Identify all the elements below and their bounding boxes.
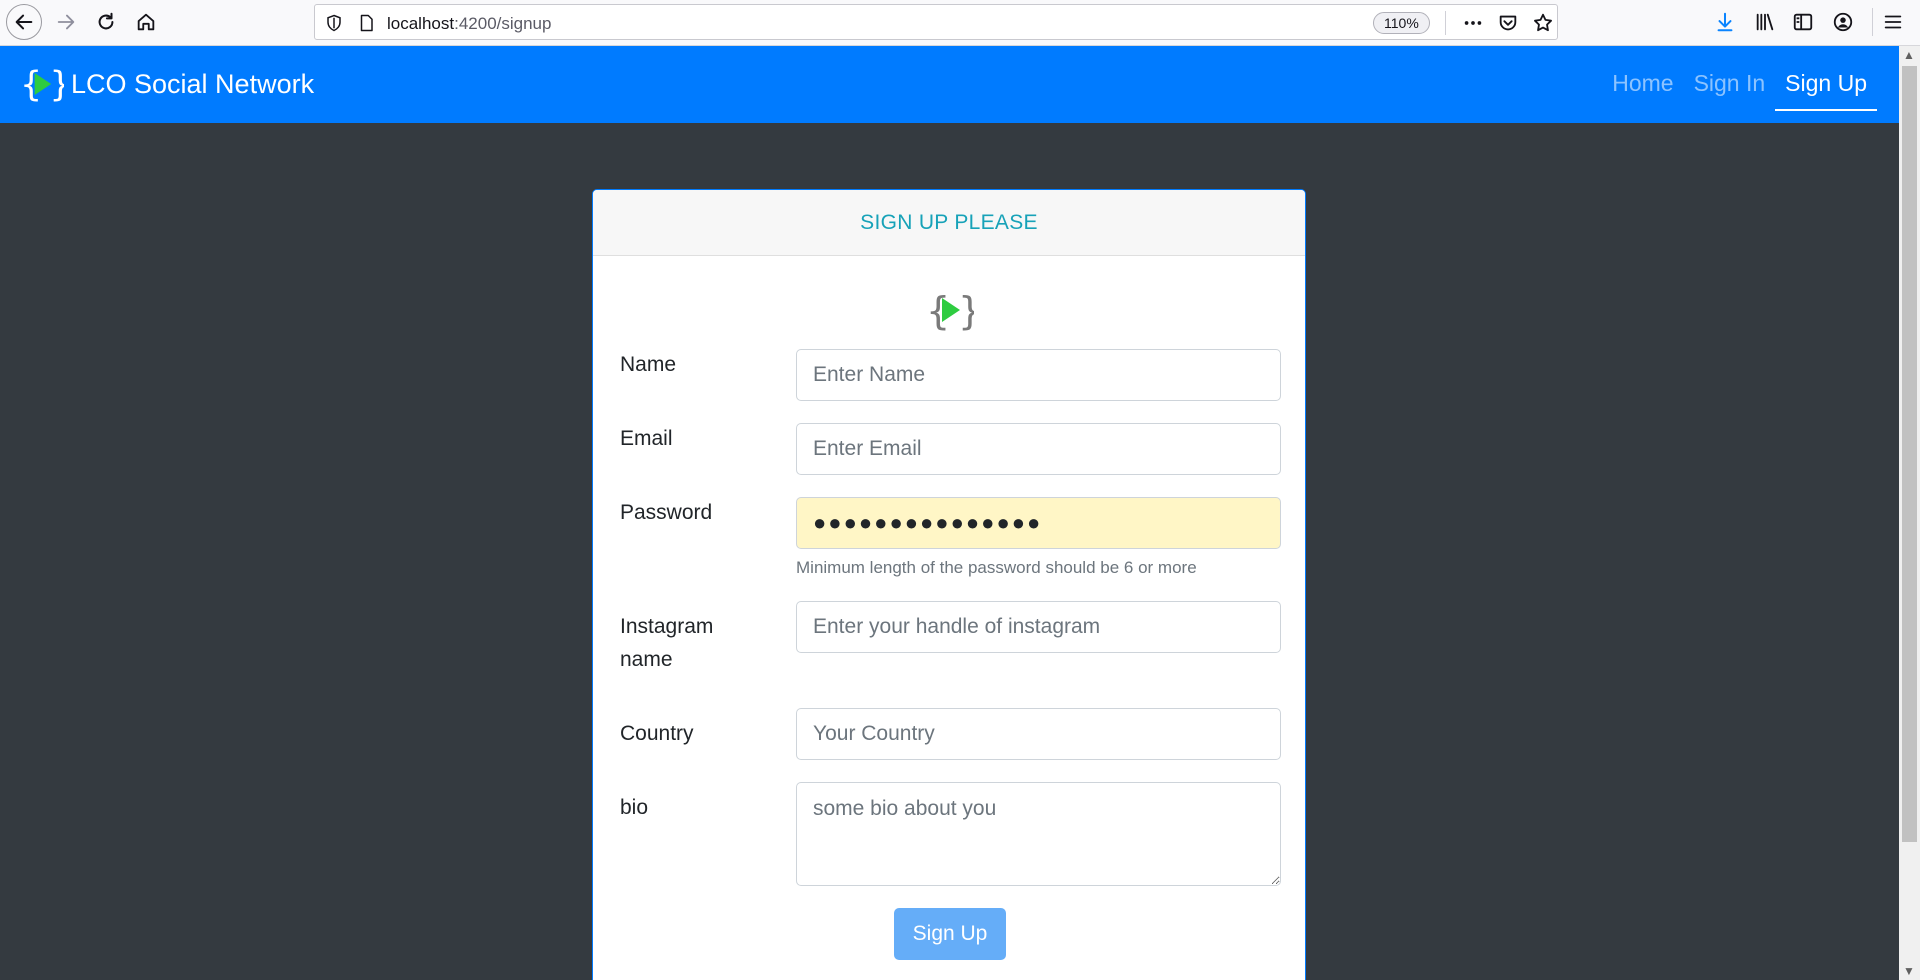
browser-toolbar: localhost:4200/signup 110% xyxy=(0,0,1920,46)
scroll-down-arrow-icon[interactable]: ▼ xyxy=(1903,964,1915,978)
page-icon[interactable] xyxy=(357,14,375,32)
nav-link-sign-up[interactable]: Sign Up xyxy=(1775,62,1877,111)
svg-text:}: } xyxy=(49,65,64,105)
url-text[interactable]: localhost:4200/signup xyxy=(387,14,551,34)
reload-button[interactable] xyxy=(88,4,124,40)
arrow-right-icon xyxy=(57,14,75,30)
reload-icon xyxy=(98,12,114,30)
instagram-input[interactable] xyxy=(796,601,1281,653)
download-icon[interactable] xyxy=(1712,9,1738,35)
more-dots-icon[interactable] xyxy=(1462,12,1484,34)
lco-logo-icon: { } xyxy=(20,65,64,105)
card-header: SIGN UP PLEASE xyxy=(593,190,1305,256)
nav-link-home[interactable]: Home xyxy=(1602,62,1683,111)
star-icon[interactable] xyxy=(1532,12,1554,34)
shield-icon[interactable] xyxy=(325,14,343,32)
sign-up-button[interactable]: Sign Up xyxy=(894,908,1006,960)
svg-text:}: } xyxy=(958,289,974,333)
zoom-level-badge[interactable]: 110% xyxy=(1373,12,1430,34)
scrollbar-thumb[interactable] xyxy=(1902,66,1917,842)
lco-logo-icon: { } xyxy=(926,289,974,333)
home-button[interactable] xyxy=(128,4,164,40)
url-path: :4200/signup xyxy=(454,14,552,33)
password-label: Password xyxy=(620,501,713,524)
forward-button[interactable] xyxy=(48,4,84,40)
library-icon[interactable] xyxy=(1752,9,1778,35)
url-bar[interactable]: localhost:4200/signup 110% xyxy=(314,4,1558,40)
app-navbar: { } LCO Social Network Home Sign In Sign… xyxy=(0,46,1899,123)
password-input[interactable] xyxy=(796,497,1281,549)
instagram-label: Instagram name xyxy=(620,610,713,676)
brand-name: LCO Social Network xyxy=(71,68,315,99)
sidebar-icon[interactable] xyxy=(1790,9,1816,35)
scroll-up-arrow-icon[interactable]: ▲ xyxy=(1903,48,1915,62)
url-host: localhost xyxy=(387,14,455,33)
nav-links: Home Sign In Sign Up xyxy=(1602,62,1877,111)
instagram-label-line2: name xyxy=(620,648,673,671)
name-label: Name xyxy=(620,353,677,376)
bio-textarea[interactable] xyxy=(796,782,1281,886)
page-scrollbar[interactable]: ▲ ▼ xyxy=(1899,46,1920,980)
hamburger-menu-icon[interactable] xyxy=(1880,9,1906,35)
arrow-left-icon xyxy=(15,14,33,30)
country-label: Country xyxy=(620,722,694,745)
card-title: SIGN UP PLEASE xyxy=(860,210,1038,234)
country-input[interactable] xyxy=(796,708,1281,760)
pocket-icon[interactable] xyxy=(1497,12,1519,34)
email-label: Email xyxy=(620,427,673,450)
toolbar-divider xyxy=(1872,8,1873,36)
back-button[interactable] xyxy=(6,4,42,40)
bio-label: bio xyxy=(620,796,649,819)
home-icon xyxy=(137,13,155,31)
brand-link[interactable]: { } LCO Social Network xyxy=(20,62,314,106)
instagram-label-line1: Instagram xyxy=(620,615,714,638)
signup-card: SIGN UP PLEASE { } Name Email Password M… xyxy=(592,189,1306,980)
email-input[interactable] xyxy=(796,423,1281,475)
password-help-text: Minimum length of the password should be… xyxy=(796,558,1197,577)
nav-link-sign-in[interactable]: Sign In xyxy=(1684,62,1776,111)
name-input[interactable] xyxy=(796,349,1281,401)
url-bar-divider xyxy=(1445,11,1446,35)
account-icon[interactable] xyxy=(1830,9,1856,35)
